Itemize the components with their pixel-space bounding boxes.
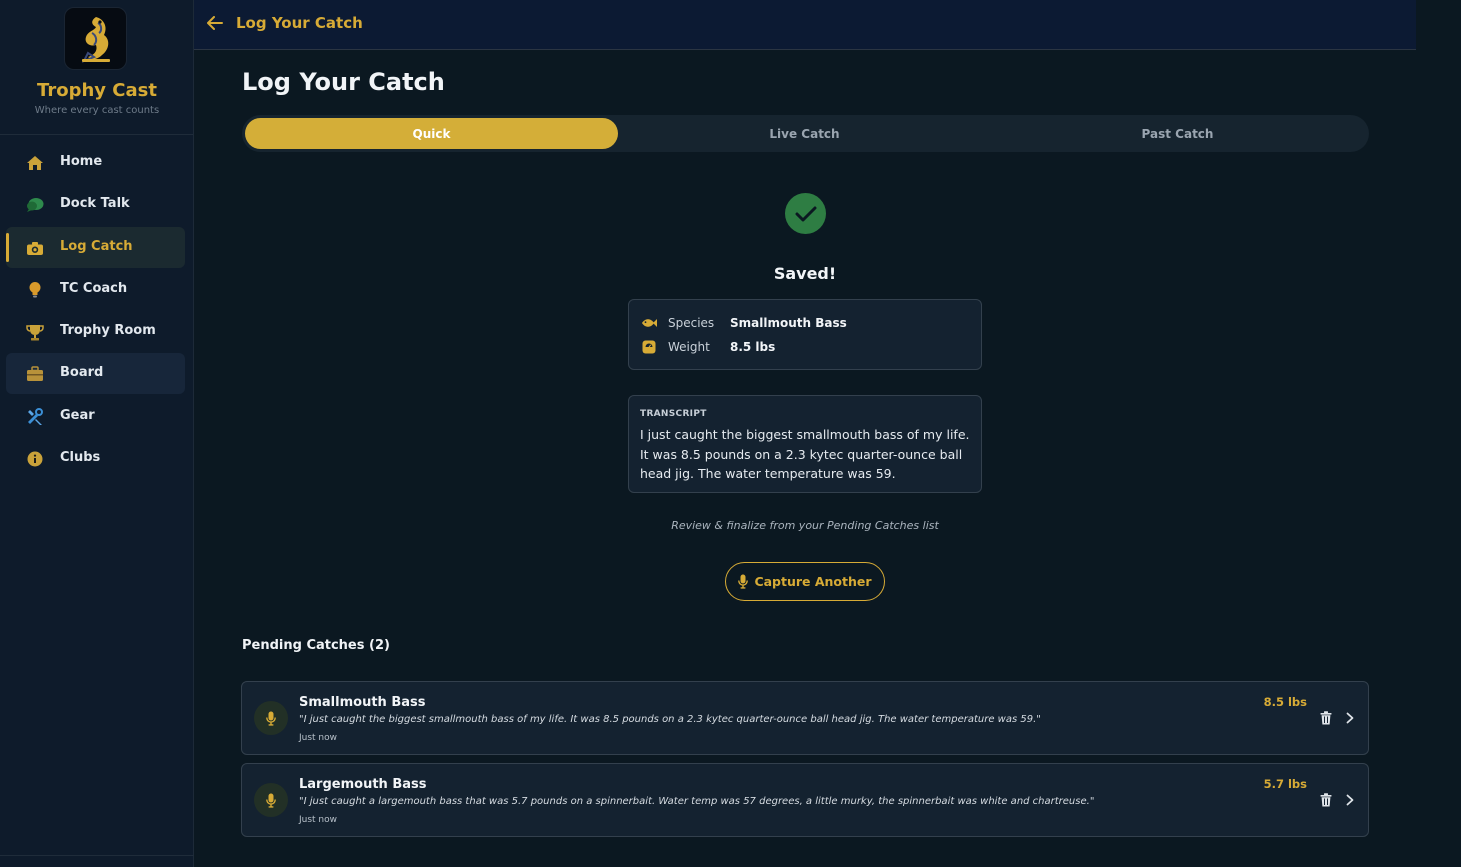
pending-catches-title: Pending Catches (2) xyxy=(242,638,390,653)
info-icon xyxy=(26,450,44,468)
camera-icon xyxy=(26,239,44,257)
microphone-icon xyxy=(254,701,288,735)
fish-icon xyxy=(641,315,657,331)
sidebar-item-log-catch[interactable]: Log Catch xyxy=(6,227,185,268)
sidebar-item-trophy-room[interactable]: Trophy Room xyxy=(6,311,185,352)
sidebar-item-label: Dock Talk xyxy=(60,196,130,211)
pending-weight: 8.5 lbs xyxy=(1263,695,1307,709)
chevron-right-icon[interactable] xyxy=(1342,709,1358,727)
sidebar-divider xyxy=(0,855,194,856)
capture-another-button[interactable]: Capture Another xyxy=(725,562,885,601)
home-icon xyxy=(26,154,44,172)
sidebar: Trophy Cast Where every cast counts Home… xyxy=(0,0,194,867)
trash-icon[interactable] xyxy=(1318,791,1334,809)
pending-species: Largemouth Bass xyxy=(299,777,427,792)
top-bar: Log Your Catch xyxy=(194,0,1416,50)
top-bar-title: Log Your Catch xyxy=(236,14,363,32)
weight-label: Weight xyxy=(668,340,710,354)
pending-catch-row[interactable]: Smallmouth Bass "I just caught the bigge… xyxy=(241,681,1369,755)
briefcase-icon xyxy=(26,365,44,383)
transcript-card: TRANSCRIPT I just caught the biggest sma… xyxy=(628,395,982,493)
sidebar-item-label: Clubs xyxy=(60,450,101,465)
species-row: Species Smallmouth Bass xyxy=(641,314,847,332)
sidebar-item-clubs[interactable]: Clubs xyxy=(6,438,185,479)
arrow-left-icon xyxy=(207,16,223,30)
catch-details-card: Species Smallmouth Bass Weight 8.5 lbs xyxy=(628,299,982,370)
chat-bubbles-icon xyxy=(26,196,44,214)
sidebar-item-home[interactable]: Home xyxy=(6,142,185,183)
pending-time: Just now xyxy=(299,733,338,743)
brand-tagline: Where every cast counts xyxy=(34,105,160,116)
weight-value: 8.5 lbs xyxy=(730,340,776,354)
microphone-icon xyxy=(254,783,288,817)
species-label: Species xyxy=(668,316,715,330)
sidebar-item-label: Log Catch xyxy=(60,239,133,254)
scale-icon xyxy=(641,339,657,355)
brand-header: Trophy Cast Where every cast counts xyxy=(0,0,193,135)
brand-logo[interactable] xyxy=(64,7,127,70)
sidebar-item-dock-talk[interactable]: Dock Talk xyxy=(6,184,185,225)
sidebar-item-gear[interactable]: Gear xyxy=(6,396,185,437)
species-value: Smallmouth Bass xyxy=(730,316,847,330)
pending-quote: "I just caught the biggest smallmouth ba… xyxy=(299,714,1041,725)
sidebar-item-tc-coach[interactable]: TC Coach xyxy=(6,269,185,310)
capture-another-label: Capture Another xyxy=(754,574,872,589)
lightbulb-icon xyxy=(26,281,44,299)
tab-live-catch[interactable]: Live Catch xyxy=(618,118,991,149)
chevron-right-icon[interactable] xyxy=(1342,791,1358,809)
page-title: Log Your Catch xyxy=(242,68,445,96)
sidebar-item-label: Gear xyxy=(60,408,95,423)
trophy-icon xyxy=(26,323,44,341)
pending-time: Just now xyxy=(299,815,338,825)
sidebar-item-board[interactable]: Board xyxy=(6,353,185,394)
tools-icon xyxy=(26,408,44,426)
fish-logo-icon xyxy=(81,16,110,63)
tab-quick[interactable]: Quick xyxy=(245,118,618,149)
transcript-text: I just caught the biggest smallmouth bas… xyxy=(640,427,970,481)
tab-past-catch[interactable]: Past Catch xyxy=(991,118,1364,149)
mode-tabs: Quick Live Catch Past Catch xyxy=(242,115,1369,152)
saved-status: Saved! xyxy=(773,264,837,283)
pending-weight: 5.7 lbs xyxy=(1263,777,1307,791)
microphone-icon xyxy=(738,574,749,589)
review-note: Review & finalize from your Pending Catc… xyxy=(671,519,939,532)
sidebar-item-label: Trophy Room xyxy=(60,323,156,338)
pending-quote: "I just caught a largemouth bass that wa… xyxy=(299,796,1095,807)
sidebar-item-label: TC Coach xyxy=(60,281,128,296)
success-check-icon xyxy=(785,193,826,234)
transcript-label: TRANSCRIPT xyxy=(640,409,707,419)
sidebar-item-label: Board xyxy=(60,365,104,380)
sidebar-item-label: Home xyxy=(60,154,103,169)
pending-catch-row[interactable]: Largemouth Bass "I just caught a largemo… xyxy=(241,763,1369,837)
weight-row: Weight 8.5 lbs xyxy=(641,338,775,356)
trash-icon[interactable] xyxy=(1318,709,1334,727)
pending-species: Smallmouth Bass xyxy=(299,695,426,710)
back-button[interactable] xyxy=(204,12,226,34)
brand-name: Trophy Cast xyxy=(37,80,157,101)
